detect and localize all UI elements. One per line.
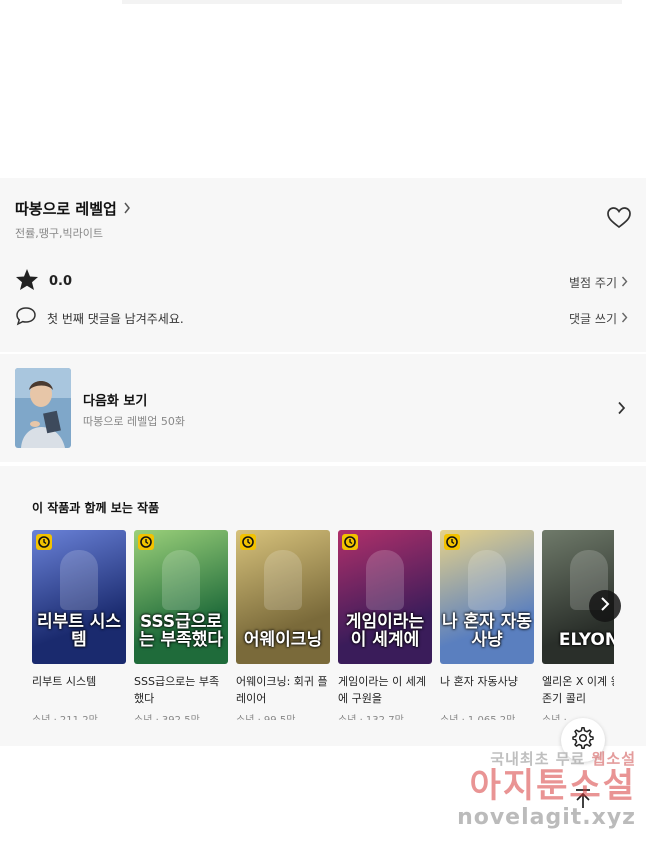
recommendation-card[interactable]: 어웨이크닝어웨이크닝: 회귀 플레이어소년 · 99.5만 <box>236 530 330 720</box>
cover-title-text: 리부트 시스템 <box>36 612 122 651</box>
recommendation-card[interactable]: 게임이라는 이 세계에게임이라는 이 세계에 구원을소년 · 132.7만 <box>338 530 432 720</box>
recommendation-title: 나 혼자 자동사냥 <box>440 675 518 688</box>
clock-badge-icon <box>36 534 52 550</box>
cover-title-text: 게임이라는 이 세계에 <box>345 612 425 651</box>
chevron-right-icon <box>600 596 610 616</box>
recommendation-meta: 소년 · 132.7만 <box>338 711 432 720</box>
settings-button[interactable] <box>561 718 605 762</box>
speech-bubble-icon <box>15 306 37 330</box>
cover-art <box>60 550 98 610</box>
cover-title-text: ELYON <box>558 630 614 651</box>
recommendation-meta: 소년 · 392.5만 <box>134 711 228 720</box>
rating-row: 0.0 <box>15 268 72 295</box>
gear-icon <box>571 726 595 754</box>
cover-art <box>264 550 302 610</box>
cover-art <box>366 550 404 610</box>
chevron-right-icon <box>617 400 626 419</box>
recommendation-card[interactable]: SSS급으로는 부족했다 SSS급으로는 부족했다소년 · 392.5만 <box>134 530 228 720</box>
recommendation-meta: 소년 · 1,065.2만 <box>440 711 534 720</box>
recommendation-card[interactable]: 나 혼자 자동사냥나 혼자 자동사냥소년 · 1,065.2만 <box>440 530 534 720</box>
site-watermark: 국내최초 무료 웹소설 아지툰소설 novelagit.xyz <box>436 748 636 830</box>
arrow-up-icon <box>573 788 593 814</box>
write-comment-button[interactable]: 댓글 쓰기 <box>569 310 628 327</box>
top-divider <box>122 0 622 4</box>
recommendation-meta: 소년 · 99.5만 <box>236 711 330 720</box>
cover-image: SSS급으로는 부족했다 <box>134 530 228 664</box>
comment-prompt: 첫 번째 댓글을 남겨주세요. <box>47 311 184 326</box>
star-icon <box>15 268 39 295</box>
work-info-panel: 따봉으로 레벨업 전률,땡구,빅라이트 0.0 별점 주기 첫 번째 댓글을 남… <box>0 178 646 352</box>
recommendations-carousel: 리부트 시스템리부트 시스템소년 · 211.2만SSS급으로는 부족했다SSS… <box>32 530 614 720</box>
cover-title-text: SSS급으로는 부족했다 <box>138 612 224 651</box>
write-comment-label: 댓글 쓰기 <box>569 312 617 326</box>
rate-button[interactable]: 별점 주기 <box>569 274 628 291</box>
rating-value: 0.0 <box>49 274 73 289</box>
work-title-link[interactable]: 따봉으로 레벨업 <box>15 198 131 219</box>
cover-image: 나 혼자 자동사냥 <box>440 530 534 664</box>
content-top-area <box>0 0 646 178</box>
recommendation-title: 게임이라는 이 세계에 구원을 <box>338 675 426 705</box>
carousel-next-button[interactable] <box>589 590 621 622</box>
next-episode-thumbnail <box>15 368 71 448</box>
cover-art <box>468 550 506 610</box>
recommendation-title: 엘리온 X 이계 왕 생존기 콜리 <box>542 675 614 705</box>
clock-badge-icon <box>138 534 154 550</box>
recommendation-title: 어웨이크닝: 회귀 플레이어 <box>236 675 328 705</box>
clock-badge-icon <box>240 534 256 550</box>
cover-title-text: 어웨이크닝 <box>243 630 323 651</box>
next-episode-subtitle: 따봉으로 레벨업 50화 <box>83 415 185 428</box>
recommendation-title: 리부트 시스템 <box>32 675 97 688</box>
cover-image: 리부트 시스템 <box>32 530 126 664</box>
next-episode-label: 다음화 보기 <box>83 394 148 409</box>
recommendation-card[interactable]: ELYON엘리온 X 이계 왕 생존기 콜리소년 · <box>542 530 614 720</box>
cover-image: 게임이라는 이 세계에 <box>338 530 432 664</box>
clock-badge-icon <box>444 534 460 550</box>
work-tags: 전률,땡구,빅라이트 <box>15 227 103 240</box>
next-episode-card[interactable]: 다음화 보기 따봉으로 레벨업 50화 <box>0 354 646 462</box>
cover-image: 어웨이크닝 <box>236 530 330 664</box>
chevron-right-icon <box>621 276 628 290</box>
comment-row: 첫 번째 댓글을 남겨주세요. <box>15 306 184 330</box>
recommendations-title: 이 작품과 함께 보는 작품 <box>32 501 160 515</box>
recommendations-section: 이 작품과 함께 보는 작품 리부트 시스템리부트 시스템소년 · 211.2만… <box>0 466 646 746</box>
recommendation-title: SSS급으로는 부족했다 <box>134 675 220 705</box>
rate-button-label: 별점 주기 <box>569 276 617 290</box>
watermark-line2: 아지툰소설 <box>469 766 636 806</box>
watermark-line3: novelagit.xyz <box>457 804 636 830</box>
work-title: 따봉으로 레벨업 <box>15 200 117 218</box>
clock-badge-icon <box>342 534 358 550</box>
cover-art <box>162 550 200 610</box>
recommendation-meta: 소년 · 211.2만 <box>32 711 126 720</box>
heart-icon[interactable] <box>606 206 632 230</box>
cover-title-text: 나 혼자 자동사냥 <box>441 612 533 651</box>
watermark-line1: 국내최초 무료 웹소설 <box>436 748 636 769</box>
chevron-right-icon <box>123 199 131 218</box>
chevron-right-icon <box>621 312 628 326</box>
scroll-to-top-button[interactable] <box>563 784 603 818</box>
recommendation-card[interactable]: 리부트 시스템리부트 시스템소년 · 211.2만 <box>32 530 126 720</box>
